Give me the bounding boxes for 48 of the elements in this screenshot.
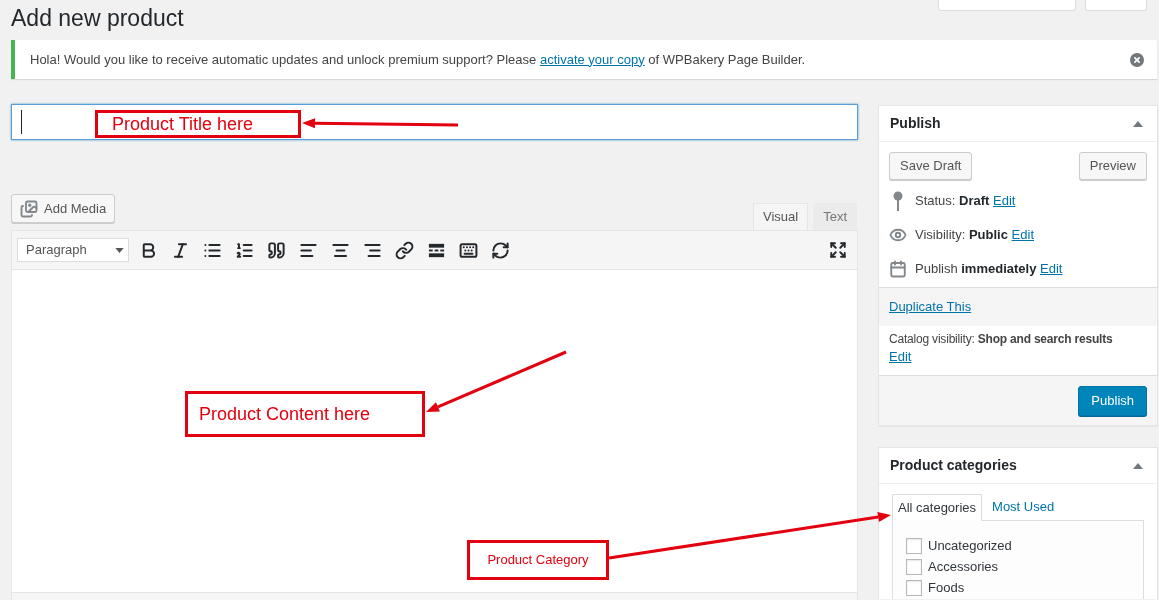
callout-label: Product Content here xyxy=(185,391,425,437)
callout-label: Product Category xyxy=(467,540,609,580)
publish-info-text: Visibility: Public Edit xyxy=(915,226,1034,245)
preview-button[interactable]: Preview xyxy=(1078,152,1147,180)
fullscreen-icon[interactable] xyxy=(829,241,847,259)
edit-link[interactable]: Edit xyxy=(1011,227,1034,243)
refresh-icon[interactable] xyxy=(491,240,510,260)
category-label: Accessories xyxy=(928,557,999,576)
collapse-caret-icon[interactable] xyxy=(1133,120,1143,127)
close-icon[interactable] xyxy=(1130,52,1144,67)
keyboard-icon[interactable] xyxy=(459,240,478,260)
publish-info-text: Status: Draft Edit xyxy=(915,192,1016,211)
callout-label: Product Title here xyxy=(95,110,301,138)
editor-tab[interactable]: Text xyxy=(813,203,857,230)
category-tab[interactable]: All categories xyxy=(892,494,983,521)
format-select[interactable]: Paragraph xyxy=(17,238,129,262)
media-icon xyxy=(20,199,38,218)
panel-title: Product categories xyxy=(890,456,1017,475)
notice-text: Hola! Would you like to receive automatic updates and unlock premium support? Please activate your copy of WPBakery Page Builder. xyxy=(30,50,806,69)
eye-icon xyxy=(889,226,907,244)
checkbox[interactable] xyxy=(906,579,922,596)
duplicate-link[interactable]: Duplicate This xyxy=(889,297,972,317)
italic-icon[interactable] xyxy=(171,240,190,260)
text-cursor-icon xyxy=(21,110,22,134)
checkbox[interactable] xyxy=(906,537,922,554)
link-icon[interactable] xyxy=(395,240,414,260)
editor-tab[interactable]: Visual xyxy=(752,203,809,230)
collapse-caret-icon[interactable] xyxy=(1133,462,1143,469)
category-label: Foods xyxy=(928,578,965,597)
edit-link[interactable]: Edit xyxy=(889,348,912,366)
publish-info-text: Publish immediately Edit xyxy=(915,260,1063,279)
edit-link[interactable]: Edit xyxy=(1040,261,1063,277)
category-tab[interactable]: Most Used xyxy=(982,493,1065,520)
numbered-list-icon[interactable] xyxy=(235,240,254,260)
save-draft-button[interactable]: Save Draft xyxy=(889,152,973,180)
calendar-icon xyxy=(889,260,907,278)
panel-title: Publish xyxy=(890,114,941,133)
activate-link[interactable]: activate your copy xyxy=(539,51,645,67)
quote-icon[interactable] xyxy=(267,240,286,260)
page-title: Add new product xyxy=(11,4,184,32)
edit-link[interactable]: Edit xyxy=(993,193,1016,209)
catalog-visibility-text: Catalog visibility: Shop and search results Edit xyxy=(889,331,1114,366)
caret-icon xyxy=(115,247,124,253)
checkbox[interactable] xyxy=(906,558,922,575)
add-media-button[interactable]: Add Media xyxy=(11,194,116,223)
category-label: Uncategorized xyxy=(928,536,1012,555)
publish-button[interactable]: Publish xyxy=(1078,385,1147,416)
pin-icon xyxy=(893,191,903,211)
